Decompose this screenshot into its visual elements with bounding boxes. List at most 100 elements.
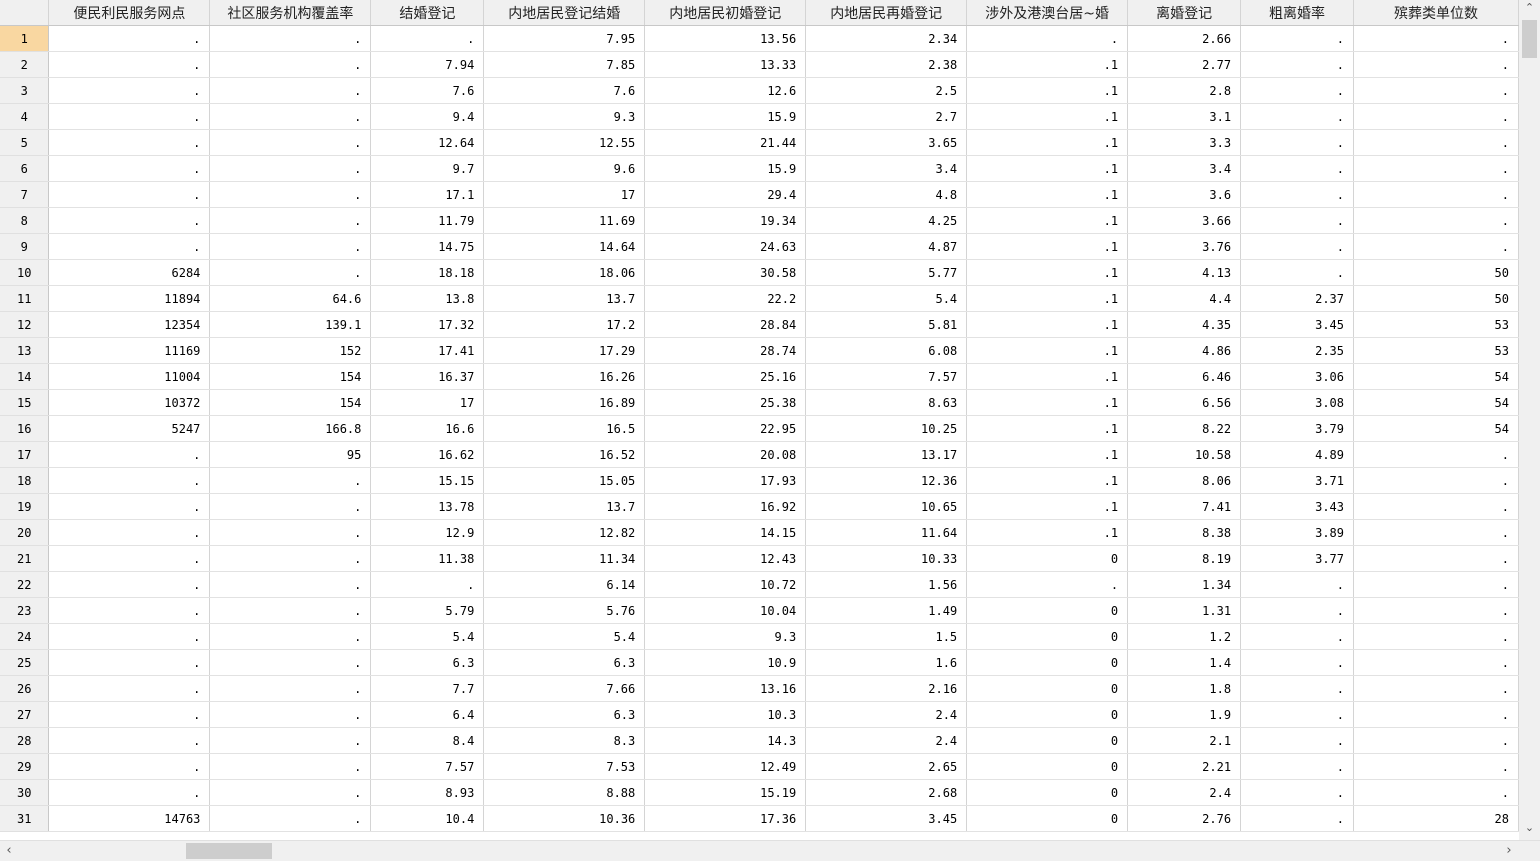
table-cell[interactable]: .: [1240, 181, 1354, 208]
table-cell[interactable]: 3.08: [1240, 389, 1354, 416]
table-cell[interactable]: 9.3: [483, 103, 646, 130]
table-cell[interactable]: .1: [966, 103, 1129, 130]
table-cell[interactable]: 3.76: [1127, 233, 1242, 260]
row-number[interactable]: 20: [0, 519, 50, 546]
table-cell[interactable]: 1.8: [1127, 675, 1242, 702]
table-cell[interactable]: .: [1353, 467, 1519, 494]
column-header[interactable]: 粗离婚率: [1240, 0, 1354, 26]
table-cell[interactable]: 12.9: [370, 519, 485, 546]
table-cell[interactable]: .: [48, 207, 211, 234]
table-cell[interactable]: .: [48, 597, 211, 624]
table-cell[interactable]: 2.8: [1127, 77, 1242, 104]
table-row[interactable]: 14 11004 154 16.37 16.26 25.16 7.57.1 6.46 3.06 5…: [0, 363, 1519, 390]
table-cell[interactable]: 7.57: [370, 753, 485, 780]
table-cell[interactable]: 5.81: [805, 311, 968, 338]
table-row[interactable]: 28.. 8.4 8.3 14.3 2.4 0 2.1..: [0, 727, 1519, 754]
table-cell[interactable]: 8.19: [1127, 545, 1242, 572]
table-cell[interactable]: 54: [1353, 389, 1519, 416]
table-cell[interactable]: 6284: [48, 259, 211, 286]
table-cell[interactable]: 16.5: [483, 415, 646, 442]
table-cell[interactable]: 0: [966, 675, 1129, 702]
table-cell[interactable]: 9.7: [370, 155, 485, 182]
table-row[interactable]: 2.. 7.94 7.85 13.33 2.38.1 2.77..: [0, 51, 1519, 78]
table-cell[interactable]: 1.31: [1127, 597, 1242, 624]
table-cell[interactable]: .: [209, 753, 372, 780]
table-cell[interactable]: 12.82: [483, 519, 646, 546]
table-cell[interactable]: 21.44: [644, 129, 807, 156]
horizontal-scrollbar[interactable]: ‹ ›: [0, 840, 1540, 861]
table-cell[interactable]: 24.63: [644, 233, 807, 260]
table-cell[interactable]: .: [1353, 155, 1519, 182]
table-cell[interactable]: 3.45: [1240, 311, 1354, 338]
table-cell[interactable]: 6.3: [370, 649, 485, 676]
table-cell[interactable]: 3.45: [805, 805, 968, 832]
table-cell[interactable]: 6.4: [370, 701, 485, 728]
table-cell[interactable]: 5.4: [370, 623, 485, 650]
table-row[interactable]: 23.. 5.79 5.76 10.04 1.49 0 1.31..: [0, 597, 1519, 624]
table-row[interactable]: 5.. 12.64 12.55 21.44 3.65.1 3.3..: [0, 129, 1519, 156]
table-cell[interactable]: 3.79: [1240, 415, 1354, 442]
row-number[interactable]: 26: [0, 675, 50, 702]
table-cell[interactable]: 64.6: [209, 285, 372, 312]
table-cell[interactable]: 5.76: [483, 597, 646, 624]
table-cell[interactable]: .: [1353, 701, 1519, 728]
table-cell[interactable]: 20.08: [644, 441, 807, 468]
row-number[interactable]: 8: [0, 207, 50, 234]
table-row[interactable]: 6.. 9.7 9.6 15.9 3.4.1 3.4..: [0, 155, 1519, 182]
table-cell[interactable]: 11.69: [483, 207, 646, 234]
table-cell[interactable]: 0: [966, 701, 1129, 728]
table-cell[interactable]: 1.34: [1127, 571, 1242, 598]
table-cell[interactable]: 2.7: [805, 103, 968, 130]
table-cell[interactable]: .: [209, 623, 372, 650]
table-cell[interactable]: .: [1240, 25, 1354, 52]
table-row[interactable]: 1... 7.95 13.56 2.34. 2.66..: [0, 25, 1519, 52]
table-cell[interactable]: .: [966, 571, 1129, 598]
table-cell[interactable]: 14.15: [644, 519, 807, 546]
row-number[interactable]: 31: [0, 805, 50, 832]
table-cell[interactable]: .: [209, 519, 372, 546]
table-cell[interactable]: 0: [966, 545, 1129, 572]
row-number[interactable]: 17: [0, 441, 50, 468]
table-cell[interactable]: 166.8: [209, 415, 372, 442]
table-cell[interactable]: 18.18: [370, 259, 485, 286]
table-cell[interactable]: 2.4: [805, 701, 968, 728]
row-number[interactable]: 13: [0, 337, 50, 364]
table-cell[interactable]: .: [1353, 181, 1519, 208]
table-row[interactable]: 4.. 9.4 9.3 15.9 2.7.1 3.1..: [0, 103, 1519, 130]
table-cell[interactable]: .: [209, 51, 372, 78]
row-number[interactable]: 25: [0, 649, 50, 676]
table-cell[interactable]: .: [1240, 805, 1354, 832]
table-cell[interactable]: .: [1240, 675, 1354, 702]
row-number[interactable]: 7: [0, 181, 50, 208]
table-cell[interactable]: 16.52: [483, 441, 646, 468]
table-cell[interactable]: 30.58: [644, 259, 807, 286]
table-cell[interactable]: .: [209, 129, 372, 156]
table-cell[interactable]: .: [1353, 77, 1519, 104]
table-cell[interactable]: .: [209, 77, 372, 104]
table-cell[interactable]: 7.57: [805, 363, 968, 390]
table-cell[interactable]: 2.16: [805, 675, 968, 702]
table-cell[interactable]: .: [1353, 623, 1519, 650]
table-cell[interactable]: .: [209, 493, 372, 520]
vertical-scrollbar[interactable]: ⌃ ⌄: [1519, 0, 1540, 840]
table-row[interactable]: 3.. 7.6 7.6 12.6 2.5.1 2.8..: [0, 77, 1519, 104]
table-cell[interactable]: .1: [966, 233, 1129, 260]
table-cell[interactable]: 7.6: [370, 77, 485, 104]
table-cell[interactable]: 9.6: [483, 155, 646, 182]
table-cell[interactable]: 3.77: [1240, 545, 1354, 572]
scroll-right-icon[interactable]: ›: [1500, 841, 1518, 861]
table-cell[interactable]: 2.4: [805, 727, 968, 754]
table-cell[interactable]: 17: [483, 181, 646, 208]
table-cell[interactable]: 12.36: [805, 467, 968, 494]
table-cell[interactable]: .: [1240, 649, 1354, 676]
table-cell[interactable]: 6.3: [483, 701, 646, 728]
table-cell[interactable]: 11894: [48, 285, 211, 312]
column-header[interactable]: 便民利民服务网点: [48, 0, 211, 26]
row-number[interactable]: 6: [0, 155, 50, 182]
table-cell[interactable]: .: [48, 103, 211, 130]
table-cell[interactable]: .1: [966, 129, 1129, 156]
table-cell[interactable]: 1.49: [805, 597, 968, 624]
table-cell[interactable]: .1: [966, 311, 1129, 338]
table-cell[interactable]: .: [1240, 155, 1354, 182]
table-cell[interactable]: 14763: [48, 805, 211, 832]
